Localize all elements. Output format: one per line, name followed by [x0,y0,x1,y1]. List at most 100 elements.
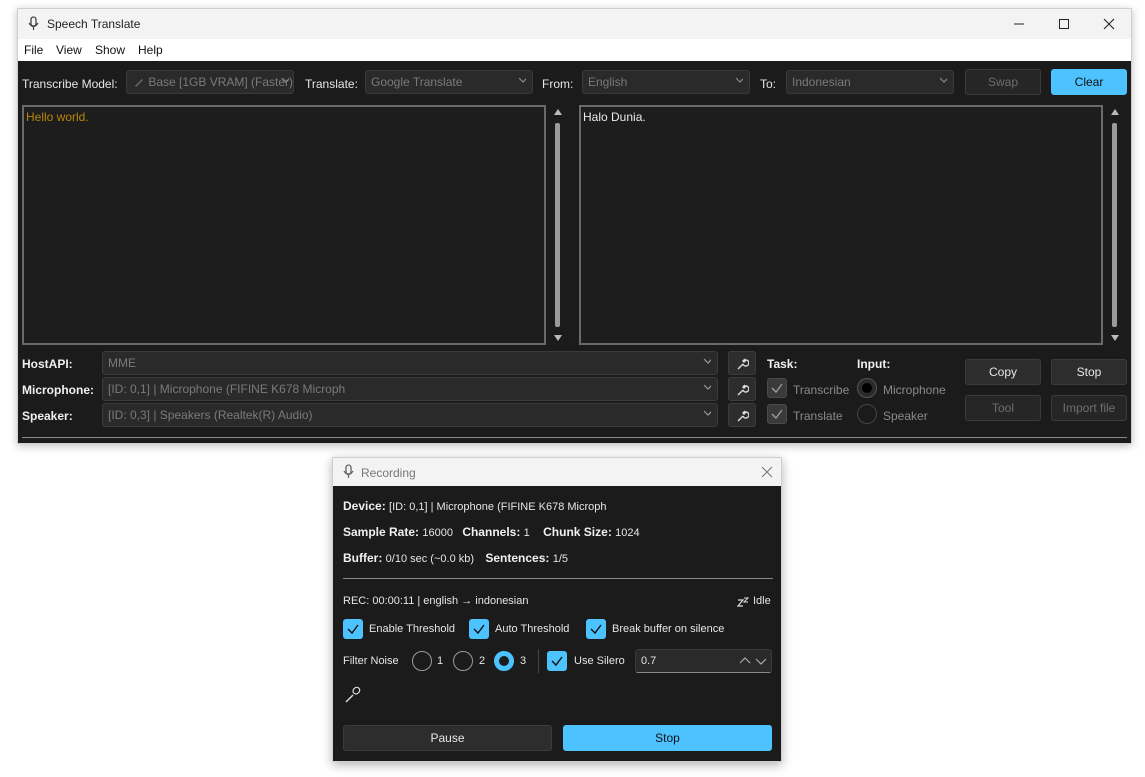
filter-noise-option-2: 2 [479,655,486,667]
wrench-icon [737,410,750,422]
chevron-down-icon[interactable] [755,657,767,665]
speaker-config-button[interactable] [728,403,756,427]
target-textbox[interactable]: Halo Dunia. [579,105,1103,345]
microphone-icon [28,16,39,30]
main-window: Speech Translate File View Show Help Tra… [17,8,1132,444]
close-icon [761,466,773,478]
scroll-down-icon [1111,335,1119,341]
idle-status: Idle [753,595,771,607]
source-scrollbar[interactable] [552,107,564,343]
recording-title-bar: Recording [333,458,781,486]
use-silero-checkbox[interactable] [547,651,567,671]
translate-engine-value: Google Translate [371,75,463,89]
auto-threshold-checkbox[interactable] [469,619,489,639]
sample-rate-value: 16000 [422,527,453,539]
scroll-up-icon [554,109,562,115]
device-row: Device: [ID: 0,1] | Microphone (FIFINE K… [343,499,607,513]
chevron-down-icon [281,77,289,83]
chevron-down-icon [703,410,711,416]
close-icon [1103,18,1115,30]
menu-file[interactable]: File [24,43,43,57]
pause-button[interactable]: Pause [343,725,552,751]
check-icon [473,624,485,635]
speaker-value: [ID: 0,3] | Speakers (Realtek(R) Audio) [108,408,313,422]
speaker-select[interactable]: [ID: 0,3] | Speakers (Realtek(R) Audio) [102,403,718,427]
menu-show[interactable]: Show [95,43,125,57]
maximize-button[interactable] [1055,16,1073,32]
filter-noise-radio-3[interactable] [494,651,514,671]
device-value: [ID: 0,1] | Microphone (FIFINE K678 Micr… [389,501,607,513]
source-textbox[interactable]: Hello world. [22,105,546,345]
auto-threshold-label: Auto Threshold [495,623,570,635]
microphone-value: [ID: 0,1] | Microphone (FIFINE K678 Micr… [108,382,346,396]
copy-button[interactable]: Copy [965,359,1041,385]
scroll-thumb[interactable] [555,123,560,327]
chevron-down-icon [939,77,947,83]
minimize-button[interactable] [1010,16,1028,32]
rec-status: REC: 00:00:11 | english → indonesian [343,595,529,607]
scroll-thumb[interactable] [1112,123,1117,327]
filter-noise-radio-1[interactable] [412,651,432,671]
sentences-label: Sentences: [485,551,550,565]
to-language-select[interactable]: Indonesian [786,70,954,94]
from-language-value: English [588,75,628,89]
microphone-label: Microphone: [22,383,94,397]
wrench-icon [737,384,750,396]
from-label: From: [542,77,574,91]
chevron-down-icon [703,358,711,364]
check-icon [347,624,359,635]
input-speaker-label: Speaker [883,409,928,423]
buffer-row: Buffer: 0/10 sec (~0.0 kb) Sentences: 1/… [343,551,568,565]
translate-engine-select[interactable]: Google Translate [365,70,533,94]
maximize-icon [1059,19,1069,29]
microphone-icon [345,686,361,703]
task-transcribe-checkbox[interactable] [767,378,787,398]
chevron-down-icon [518,77,526,83]
check-icon [551,656,563,667]
menu-view[interactable]: View [56,43,82,57]
sample-rate-label: Sample Rate: [343,525,420,539]
tool-button[interactable]: Tool [965,395,1041,421]
filter-noise-radio-2[interactable] [453,651,473,671]
to-language-value: Indonesian [792,75,851,89]
recording-close-button[interactable] [759,464,775,480]
translate-label: Translate: [305,77,358,91]
sleep-icon [736,597,750,607]
wrench-icon [737,358,750,370]
silero-threshold-spinbox[interactable]: 0.7 [635,649,772,673]
input-speaker-radio[interactable] [857,404,877,424]
task-translate-checkbox[interactable] [767,404,787,424]
use-silero-label: Use Silero [574,655,625,667]
hostapi-select[interactable]: MME [102,351,718,375]
recording-window: Recording Device: [ID: 0,1] | Microphone… [332,457,782,762]
check-icon [590,624,602,635]
divider [343,578,773,579]
input-microphone-radio[interactable] [857,378,877,398]
menu-bar: File View Show Help [18,39,1131,61]
menu-help[interactable]: Help [138,43,163,57]
break-buffer-checkbox[interactable] [586,619,606,639]
close-button[interactable] [1100,16,1118,32]
channels-value: 1 [523,527,530,539]
target-scrollbar[interactable] [1109,107,1121,343]
to-label: To: [760,77,777,91]
pencil-icon [135,79,143,87]
check-icon [771,409,783,420]
microphone-select[interactable]: [ID: 0,1] | Microphone (FIFINE K678 Micr… [102,377,718,401]
microphone-config-button[interactable] [728,377,756,401]
enable-threshold-checkbox[interactable] [343,619,363,639]
hostapi-value: MME [108,356,136,370]
transcribe-model-select[interactable]: Base [1GB VRAM] (Faster) [126,70,294,94]
recording-stop-button[interactable]: Stop [563,725,772,751]
separator [538,649,539,673]
swap-button[interactable]: Swap [965,69,1041,95]
check-icon [771,383,783,394]
stop-button[interactable]: Stop [1051,359,1127,385]
break-buffer-label: Break buffer on silence [612,623,725,635]
from-language-select[interactable]: English [582,70,750,94]
clear-button[interactable]: Clear [1051,69,1127,95]
filter-noise-label: Filter Noise [343,655,399,667]
chevron-up-icon[interactable] [739,657,751,665]
import-file-button[interactable]: Import file [1051,395,1127,421]
hostapi-config-button[interactable] [728,351,756,375]
